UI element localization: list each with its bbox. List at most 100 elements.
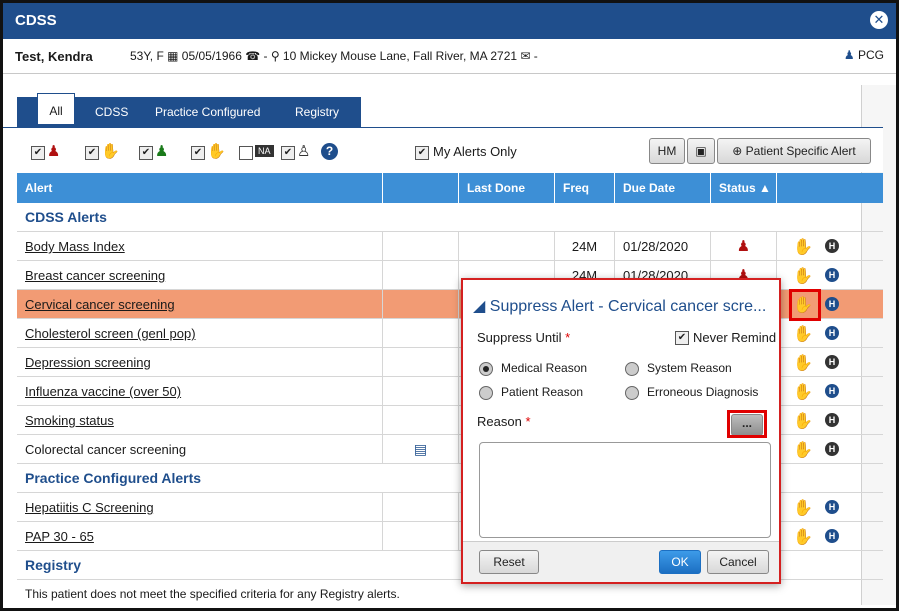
medical-reason-radio[interactable] <box>479 362 493 376</box>
suppress-until-label: Suppress Until * <box>477 330 570 345</box>
reset-button[interactable]: Reset <box>479 550 539 574</box>
help-icon[interactable]: ? <box>321 143 338 160</box>
suppress-hand-icon[interactable]: ✋ <box>793 498 813 518</box>
cell-empty <box>383 319 459 348</box>
h-badge-icon[interactable]: H <box>825 384 839 398</box>
filter-checkbox-2[interactable]: ✔ <box>85 146 99 160</box>
filter-checkbox-3[interactable]: ✔ <box>139 146 153 160</box>
reason-textarea[interactable] <box>479 442 771 538</box>
cell-empty <box>383 261 459 290</box>
col-freq[interactable]: Freq <box>555 173 615 203</box>
add-circle-icon: ⊕ <box>732 144 743 158</box>
patient-banner: Test, Kendra 53Y, F ▦ 05/05/1966 ☎ - ⚲ 1… <box>3 39 896 74</box>
h-badge-icon[interactable]: H <box>825 413 839 427</box>
col-icon <box>383 173 459 203</box>
filter-toolbar: ✔ ♟ ✔ ✋ ✔ ♟ ✔ ✋ NA ✔ ♙ ? ✔ My Alerts Onl… <box>3 127 883 172</box>
patient-specific-alert-button[interactable]: ⊕ Patient Specific Alert <box>717 138 871 164</box>
never-remind-label: Never Remind <box>693 330 777 345</box>
filter-checkbox-6[interactable]: ✔ <box>281 146 295 160</box>
hm-button[interactable]: HM <box>649 138 685 164</box>
erroneous-diagnosis-label: Erroneous Diagnosis <box>647 385 759 399</box>
h-badge-icon[interactable]: H <box>825 297 839 311</box>
h-badge-icon[interactable]: H <box>825 268 839 282</box>
patient-reason-label: Patient Reason <box>501 385 584 399</box>
h-badge-icon[interactable]: H <box>825 239 839 253</box>
patient-card-icon: ▣ <box>695 144 707 158</box>
highlight-box-hand <box>789 289 821 321</box>
h-badge-icon[interactable]: H <box>825 355 839 369</box>
dialog-title: ◢ Suppress Alert - Cervical cancer scre.… <box>473 296 766 316</box>
reason-label: Reason * <box>477 414 531 429</box>
never-remind-checkbox[interactable]: ✔ <box>675 331 689 345</box>
alert-link[interactable]: Colorectal cancer screening <box>25 442 186 457</box>
suppress-hand-icon[interactable]: ✋ <box>793 237 813 257</box>
cell-empty <box>383 493 459 522</box>
col-last-done[interactable]: Last Done <box>459 173 555 203</box>
suppress-hand-icon[interactable]: ✋ <box>793 324 813 344</box>
suppress-hand-icon[interactable]: ✋ <box>793 527 813 547</box>
medical-reason-label: Medical Reason <box>501 361 588 375</box>
suppress-hand-icon[interactable]: ✋ <box>793 440 813 460</box>
suppress-hand-icon[interactable]: ✋ <box>793 266 813 286</box>
highlight-box-reason <box>727 410 767 438</box>
alert-tabs: All CDSS Practice Configured Registry <box>17 93 361 127</box>
table-row[interactable]: Body Mass Index 24M 01/28/2020 ♟ ✋ H <box>17 232 883 261</box>
cell-empty <box>383 406 459 435</box>
required-mark: * <box>525 414 531 429</box>
erroneous-diagnosis-radio[interactable] <box>625 386 639 400</box>
tab-cdss[interactable]: CDSS <box>95 97 128 127</box>
filter-checkbox-4[interactable]: ✔ <box>191 146 205 160</box>
alert-link[interactable]: Influenza vaccine (over 50) <box>25 384 181 399</box>
tab-all[interactable]: All <box>37 93 75 124</box>
h-badge-icon[interactable]: H <box>825 326 839 340</box>
tab-registry[interactable]: Registry <box>295 97 339 127</box>
document-icon[interactable]: ▤ <box>383 435 459 464</box>
alert-link[interactable]: Cholesterol screen (genl pop) <box>25 326 196 341</box>
tab-practice-configured[interactable]: Practice Configured <box>155 97 260 127</box>
alert-link[interactable]: Breast cancer screening <box>25 268 165 283</box>
reason-text: Reason <box>477 414 522 429</box>
person-alert-icon: ♟ <box>47 143 61 160</box>
pcg-label[interactable]: ♟ PCG <box>844 48 884 62</box>
table-header: Alert Last Done Freq Due Date Status ▲ <box>17 173 883 203</box>
cdss-window: CDSS ✕ Test, Kendra 53Y, F ▦ 05/05/1966 … <box>0 0 899 611</box>
alert-link[interactable]: Cervical cancer screening <box>25 297 175 312</box>
alert-link[interactable]: Depression screening <box>25 355 151 370</box>
col-due-date[interactable]: Due Date <box>615 173 711 203</box>
suppress-hand-icon[interactable]: ✋ <box>793 411 813 431</box>
filter-checkbox-1[interactable]: ✔ <box>31 146 45 160</box>
close-icon[interactable]: ✕ <box>870 11 888 29</box>
h-badge-icon[interactable]: H <box>825 529 839 543</box>
h-badge-icon[interactable]: H <box>825 500 839 514</box>
cell-empty <box>383 522 459 551</box>
my-alerts-only-checkbox[interactable]: ✔ <box>415 146 429 160</box>
cell-last-done <box>459 232 555 261</box>
col-alert[interactable]: Alert <box>17 173 383 203</box>
required-mark: * <box>565 330 571 345</box>
col-status[interactable]: Status ▲ <box>711 173 777 203</box>
ok-button[interactable]: OK <box>659 550 701 574</box>
person-doc-icon: ♙ <box>297 143 311 160</box>
alert-link[interactable]: PAP 30 - 65 <box>25 529 94 544</box>
cell-empty <box>383 290 459 319</box>
pcg-text: PCG <box>857 48 884 62</box>
dialog-footer: Reset OK Cancel <box>463 541 779 582</box>
patient-name: Test, Kendra <box>15 49 93 64</box>
patient-card-button[interactable]: ▣ <box>687 138 715 164</box>
alert-link[interactable]: Body Mass Index <box>25 239 125 254</box>
cell-due-date: 01/28/2020 <box>615 232 711 261</box>
patient-reason-radio[interactable] <box>479 386 493 400</box>
alert-link[interactable]: Hepatiitis C Screening <box>25 500 154 515</box>
cancel-button[interactable]: Cancel <box>707 550 769 574</box>
filter-checkbox-5[interactable] <box>239 146 253 160</box>
alert-link[interactable]: Smoking status <box>25 413 114 428</box>
person-alert-icon: ♟ <box>711 232 777 261</box>
h-badge-icon[interactable]: H <box>825 442 839 456</box>
system-reason-label: System Reason <box>647 361 732 375</box>
na-badge: NA <box>255 145 274 157</box>
cell-empty <box>383 377 459 406</box>
section-cdss-alerts: CDSS Alerts <box>17 203 883 232</box>
suppress-hand-icon[interactable]: ✋ <box>793 353 813 373</box>
suppress-hand-icon[interactable]: ✋ <box>793 382 813 402</box>
system-reason-radio[interactable] <box>625 362 639 376</box>
